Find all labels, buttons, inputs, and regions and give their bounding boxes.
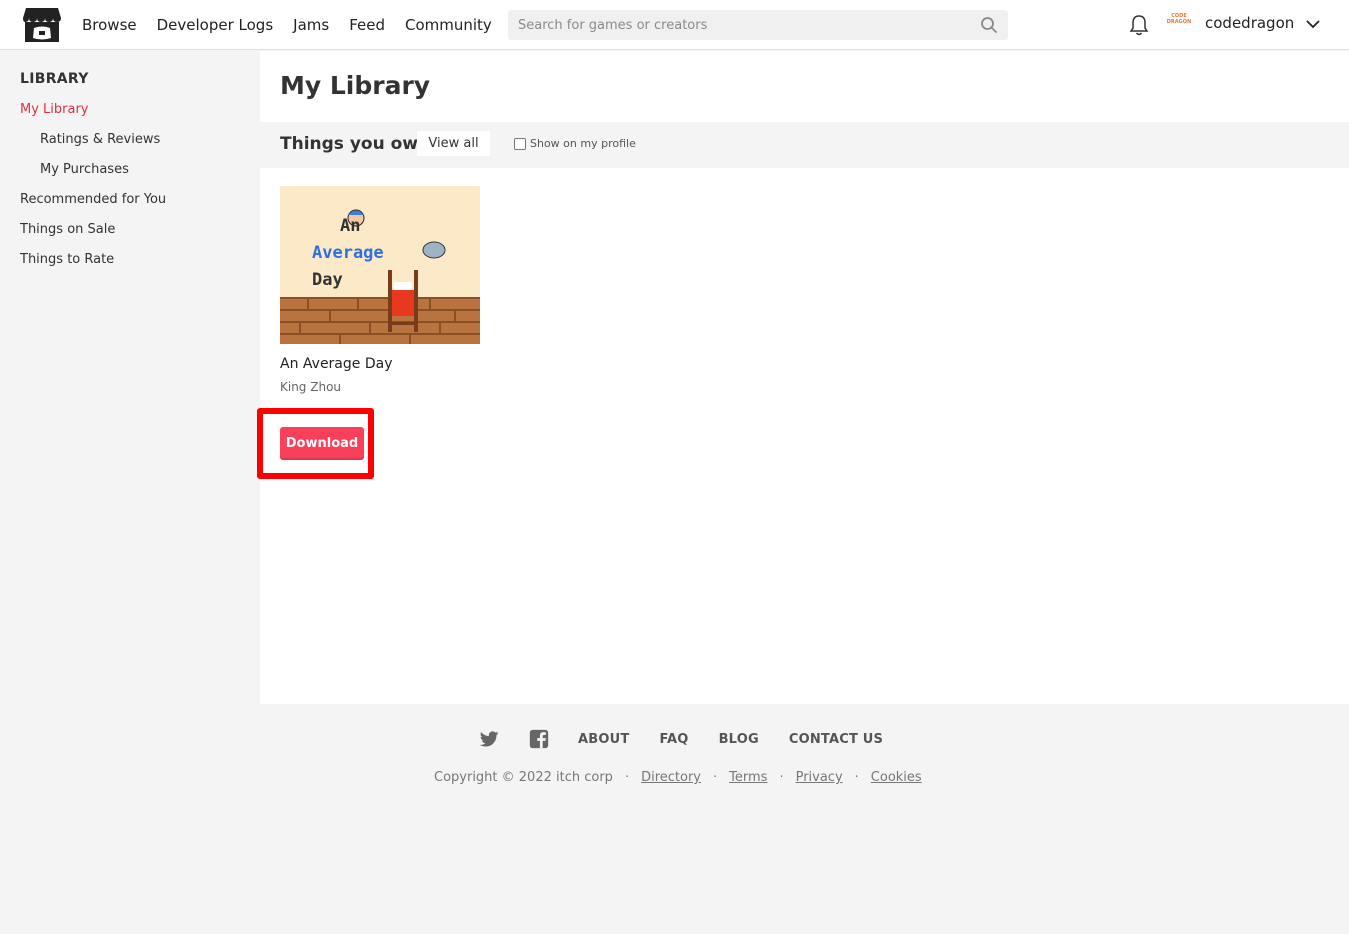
footer-directory-link[interactable]: Directory [641, 770, 701, 785]
notification-bell-icon[interactable] [1128, 13, 1150, 37]
show-on-profile-label: Show on my profile [530, 137, 636, 150]
game-cover-image[interactable]: An Average Day [280, 186, 480, 344]
show-on-profile-checkbox[interactable] [514, 137, 526, 150]
view-all-button[interactable]: View all [417, 131, 490, 156]
cover-text-average: Average [312, 243, 384, 263]
sidebar-item-recommended[interactable]: Recommended for You [20, 192, 166, 207]
cover-text-day: Day [312, 270, 343, 290]
cover-text-an: An [340, 216, 360, 236]
sidebar-heading: LIBRARY [20, 71, 89, 87]
sidebar-item-ratings-reviews[interactable]: Ratings & Reviews [40, 132, 160, 147]
nav-developer-logs[interactable]: Developer Logs [157, 16, 274, 34]
separator-dot: · [779, 770, 784, 785]
section-title: Things you own [280, 134, 431, 154]
things-you-own-bar: Things you own View all Show on my profi… [260, 122, 1349, 168]
footer-privacy-link[interactable]: Privacy [796, 770, 843, 785]
separator-dot: · [854, 770, 859, 785]
copyright-text: Copyright © 2022 itch corp [434, 770, 613, 785]
page-title: My Library [280, 71, 431, 100]
footer-copyright-row: Copyright © 2022 itch corp · Directory ·… [434, 770, 922, 785]
top-header: Browse Developer Logs Jams Feed Communit… [0, 0, 1349, 50]
nav-feed[interactable]: Feed [349, 16, 385, 34]
game-cover-art: An Average Day [280, 186, 480, 344]
separator-dot: · [713, 770, 718, 785]
show-on-profile-toggle[interactable]: Show on my profile [514, 137, 636, 150]
avatar[interactable]: CODE DRAGON [1166, 13, 1192, 35]
footer-contact-link[interactable]: CONTACT US [789, 732, 883, 747]
game-title[interactable]: An Average Day [280, 356, 393, 372]
search-input[interactable] [508, 10, 968, 40]
footer-blog-link[interactable]: BLOG [719, 732, 759, 747]
sidebar-item-things-to-rate[interactable]: Things to Rate [20, 252, 114, 267]
footer-links: ABOUT FAQ BLOG CONTACT US [478, 726, 913, 752]
itchio-logo-icon[interactable] [22, 6, 62, 44]
facebook-icon[interactable] [528, 728, 550, 750]
footer-faq-link[interactable]: FAQ [659, 732, 688, 747]
nav-jams[interactable]: Jams [293, 16, 329, 34]
footer-cookies-link[interactable]: Cookies [871, 770, 922, 785]
sidebar-item-my-library[interactable]: My Library [20, 102, 89, 117]
nav-community[interactable]: Community [405, 16, 492, 34]
chevron-down-icon[interactable] [1305, 17, 1321, 31]
twitter-icon[interactable] [478, 728, 500, 750]
footer-about-link[interactable]: ABOUT [578, 732, 629, 747]
search-box [508, 10, 1008, 40]
username[interactable]: codedragon [1205, 14, 1294, 32]
sidebar-item-things-on-sale[interactable]: Things on Sale [20, 222, 115, 237]
download-button[interactable]: Download [280, 427, 364, 460]
search-icon[interactable] [980, 16, 998, 34]
footer-terms-link[interactable]: Terms [729, 770, 767, 785]
library-sidebar: LIBRARY My Library Ratings & Reviews My … [0, 51, 260, 934]
nav-browse[interactable]: Browse [82, 16, 137, 34]
main-nav: Browse Developer Logs Jams Feed Communit… [82, 0, 512, 50]
game-author[interactable]: King Zhou [280, 380, 341, 394]
sidebar-item-my-purchases[interactable]: My Purchases [40, 162, 129, 177]
separator-dot: · [624, 770, 630, 785]
main-content: My Library Things you own View all Show … [257, 51, 1349, 704]
